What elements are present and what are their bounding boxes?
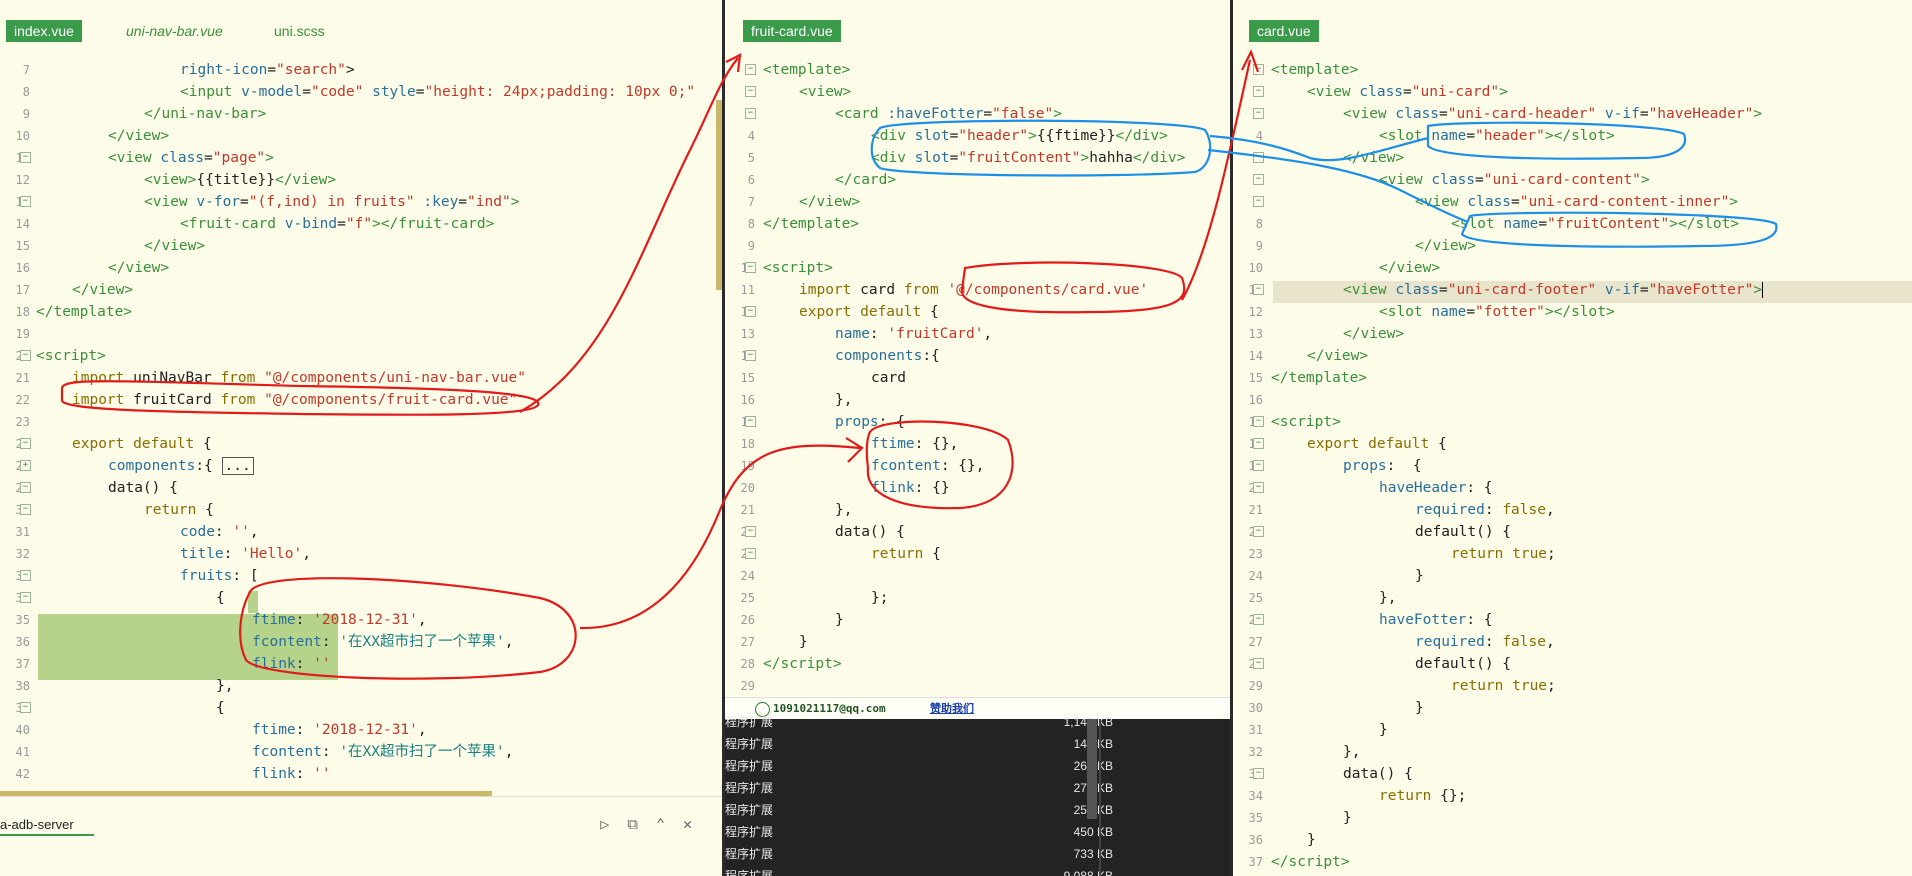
tab-bar: index.vue uni-nav-bar.vue uni.scss [0,0,722,46]
close-icon[interactable]: ✕ [683,815,710,833]
play-icon[interactable]: ▷ [600,815,627,833]
file-row[interactable]: 程序扩展 450 KB [725,821,1125,843]
tab-uni-nav-bar-vue[interactable]: uni-nav-bar.vue [118,20,231,42]
file-list: 程序扩展 1,140 KB 程序扩展 145 KB 程序扩展 267 KB 程序扩展 2… [725,715,1233,876]
editor-pane-fruit-card: fruit-card.vue 1−<template> 2−<view> 3−<… [722,0,1233,876]
tab-fruit-card-vue[interactable]: fruit-card.vue [743,20,841,42]
terminal-tab[interactable]: a-adb-server [0,817,94,836]
code-area[interactable]: 7 right-icon="search"> 8 <input v-model="c… [0,59,722,785]
editor-pane-card: card.vue 1−<template> 2−<view class="uni… [1230,0,1912,876]
file-row[interactable]: 程序扩展 1,140 KB [725,711,1125,733]
file-row[interactable]: 程序扩展 267 KB [725,755,1125,777]
file-row[interactable]: 程序扩展 145 KB [725,733,1125,755]
code-area[interactable]: 1−<template> 2−<view> 3−<card :haveFotte… [725,59,1233,697]
tab-uni-scss[interactable]: uni.scss [266,20,333,42]
file-list-scrollbar[interactable] [1087,719,1097,819]
tab-bar: card.vue [1233,0,1912,46]
tab-card-vue[interactable]: card.vue [1249,20,1319,42]
code-area[interactable]: 1−<template> 2−<view class="uni-card"> 3… [1233,59,1912,873]
tab-index-vue[interactable]: index.vue [6,20,82,42]
terminal-panel: a-adb-server ▷⧉⌃✕ [0,796,722,876]
export-icon[interactable]: ⧉ [627,815,656,833]
file-row[interactable]: 程序扩展 733 KB [725,843,1125,865]
file-row[interactable]: 程序扩展 9,088 KB [725,865,1125,876]
file-row[interactable]: 程序扩展 257 KB [725,799,1125,821]
file-row[interactable]: 程序扩展 275 KB [725,777,1125,799]
chevron-up-icon[interactable]: ⌃ [656,815,683,833]
terminal-toolbar: ▷⧉⌃✕ [600,815,710,833]
editor-pane-index: index.vue uni-nav-bar.vue uni.scss 7 righ… [0,0,722,876]
panel-divider [1099,719,1101,876]
tab-bar: fruit-card.vue [725,0,1233,46]
